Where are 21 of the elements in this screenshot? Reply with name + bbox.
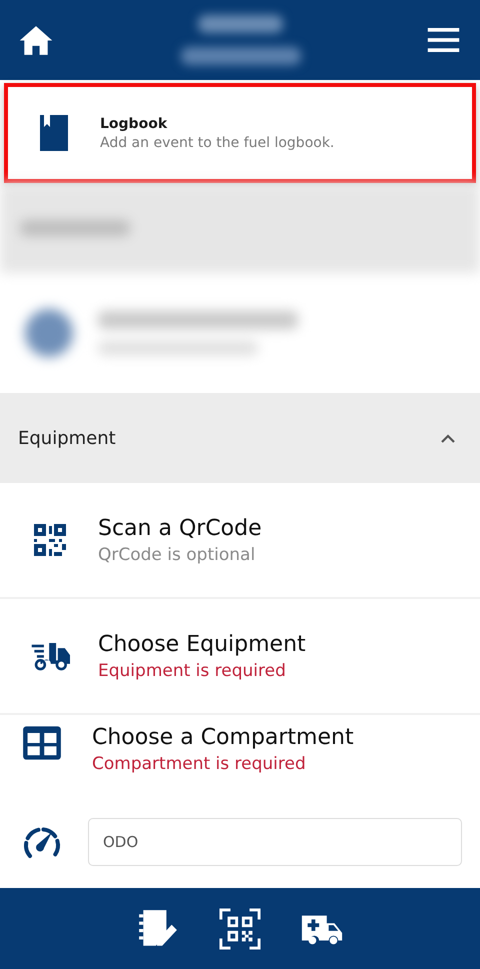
chevron-icon[interactable] (440, 433, 456, 443)
item-hint: Compartment is required (92, 754, 307, 774)
card-subtitle: Add an event to the fuel logbook. (100, 134, 334, 150)
list-item[interactable]: Choose a Compartment Compartment is required (0, 715, 480, 803)
logbook-card[interactable]: Logbook Add an event to the fuel logbook. (4, 83, 476, 183)
table-icon (22, 725, 62, 761)
menu-icon[interactable] (427, 28, 460, 52)
home-icon[interactable] (18, 24, 54, 56)
section-title: Equipment (18, 428, 116, 448)
item-hint: QrCode is optional (98, 544, 256, 564)
item-hint: Equipment is required (98, 660, 287, 680)
card-title: Logbook (100, 116, 168, 132)
section-header[interactable]: Equipment (0, 393, 480, 483)
item-title: Scan a QrCode (98, 516, 262, 540)
odo-input-field[interactable]: ODO (88, 818, 462, 866)
qr-scan-icon[interactable] (218, 908, 262, 950)
list-item[interactable]: Scan a QrCode QrCode is optional (0, 483, 480, 599)
item-title: Choose a Compartment (92, 725, 354, 750)
item-title: Choose Equipment (98, 632, 306, 656)
book-icon (38, 113, 70, 153)
list-item[interactable]: Choose Equipment Equipment is required (0, 599, 480, 715)
